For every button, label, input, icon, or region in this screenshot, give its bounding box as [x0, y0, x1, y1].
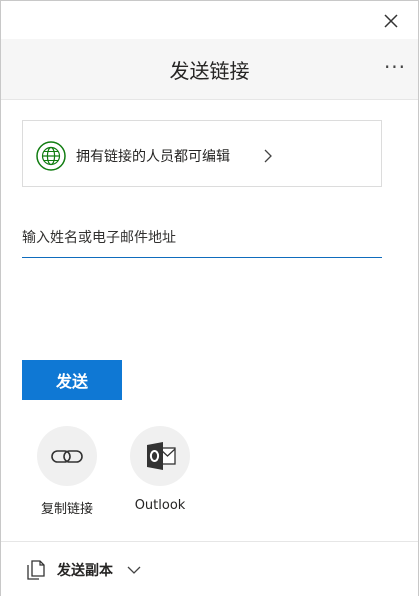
dialog-title: 发送链接 [169, 59, 250, 83]
more-options-icon[interactable]: ··· [382, 57, 408, 81]
chevron-down-icon [127, 566, 141, 574]
outlook-option[interactable]: Outlook [115, 426, 205, 513]
outlook-label: Outlook [134, 498, 186, 513]
link-icon [51, 450, 83, 463]
chevron-right-icon [264, 149, 272, 163]
copy-document-icon [27, 560, 45, 580]
copy-link-option[interactable]: 复制链接 [22, 426, 112, 517]
globe-icon [36, 141, 66, 171]
link-permission-label: 拥有链接的人员都可编辑 [76, 149, 230, 165]
share-dialog: 发送链接 ··· 拥有链接的人员都可编辑 发送 复制链接 [0, 0, 419, 596]
footer-bar: 发送副本 [1, 541, 418, 596]
close-icon[interactable] [382, 12, 400, 30]
send-button[interactable]: 发送 [22, 360, 122, 400]
outlook-icon [147, 442, 176, 470]
link-permission-button[interactable]: 拥有链接的人员都可编辑 [22, 120, 382, 187]
dialog-header: 发送链接 ··· [1, 39, 418, 100]
copy-link-circle [37, 426, 97, 486]
outlook-circle [130, 426, 190, 486]
copy-link-label: 复制链接 [40, 502, 93, 517]
send-copy-label: 发送副本 [57, 563, 113, 579]
recipient-field [22, 223, 382, 258]
recipient-input[interactable] [22, 223, 380, 253]
